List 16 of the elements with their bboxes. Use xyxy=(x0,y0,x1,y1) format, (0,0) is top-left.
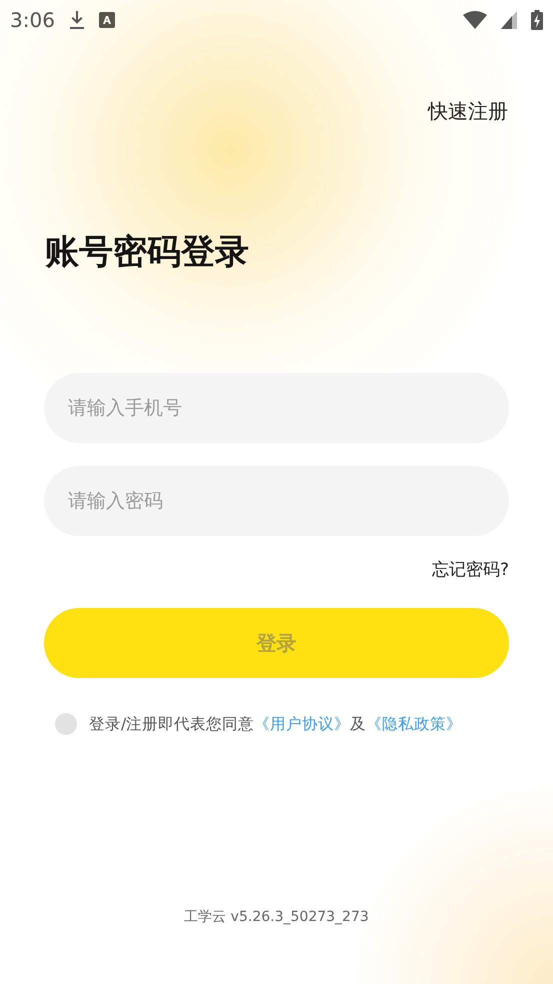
page-title: 账号密码登录 xyxy=(45,231,250,274)
status-time: 3:06 xyxy=(10,8,55,32)
battery-icon xyxy=(531,10,543,30)
wifi-icon xyxy=(463,11,487,29)
signal-icon xyxy=(501,11,517,29)
user-agreement-link[interactable]: 《用户协议》 xyxy=(254,714,350,732)
register-link[interactable]: 快速注册 xyxy=(428,98,508,125)
forgot-password-link[interactable]: 忘记密码? xyxy=(432,558,509,581)
download-icon xyxy=(68,10,85,30)
phone-field[interactable]: 请输入手机号 xyxy=(44,373,509,443)
privacy-policy-link[interactable]: 《隐私政策》 xyxy=(366,714,462,732)
password-field[interactable]: 请输入密码 xyxy=(44,466,509,536)
agreement-checkbox[interactable] xyxy=(55,713,77,735)
agreement-text: 登录/注册即代表您同意《用户协议》及《隐私政策》 xyxy=(89,714,462,734)
version-text: 工学云 v5.26.3_50273_273 xyxy=(183,908,370,926)
font-icon xyxy=(98,12,115,28)
